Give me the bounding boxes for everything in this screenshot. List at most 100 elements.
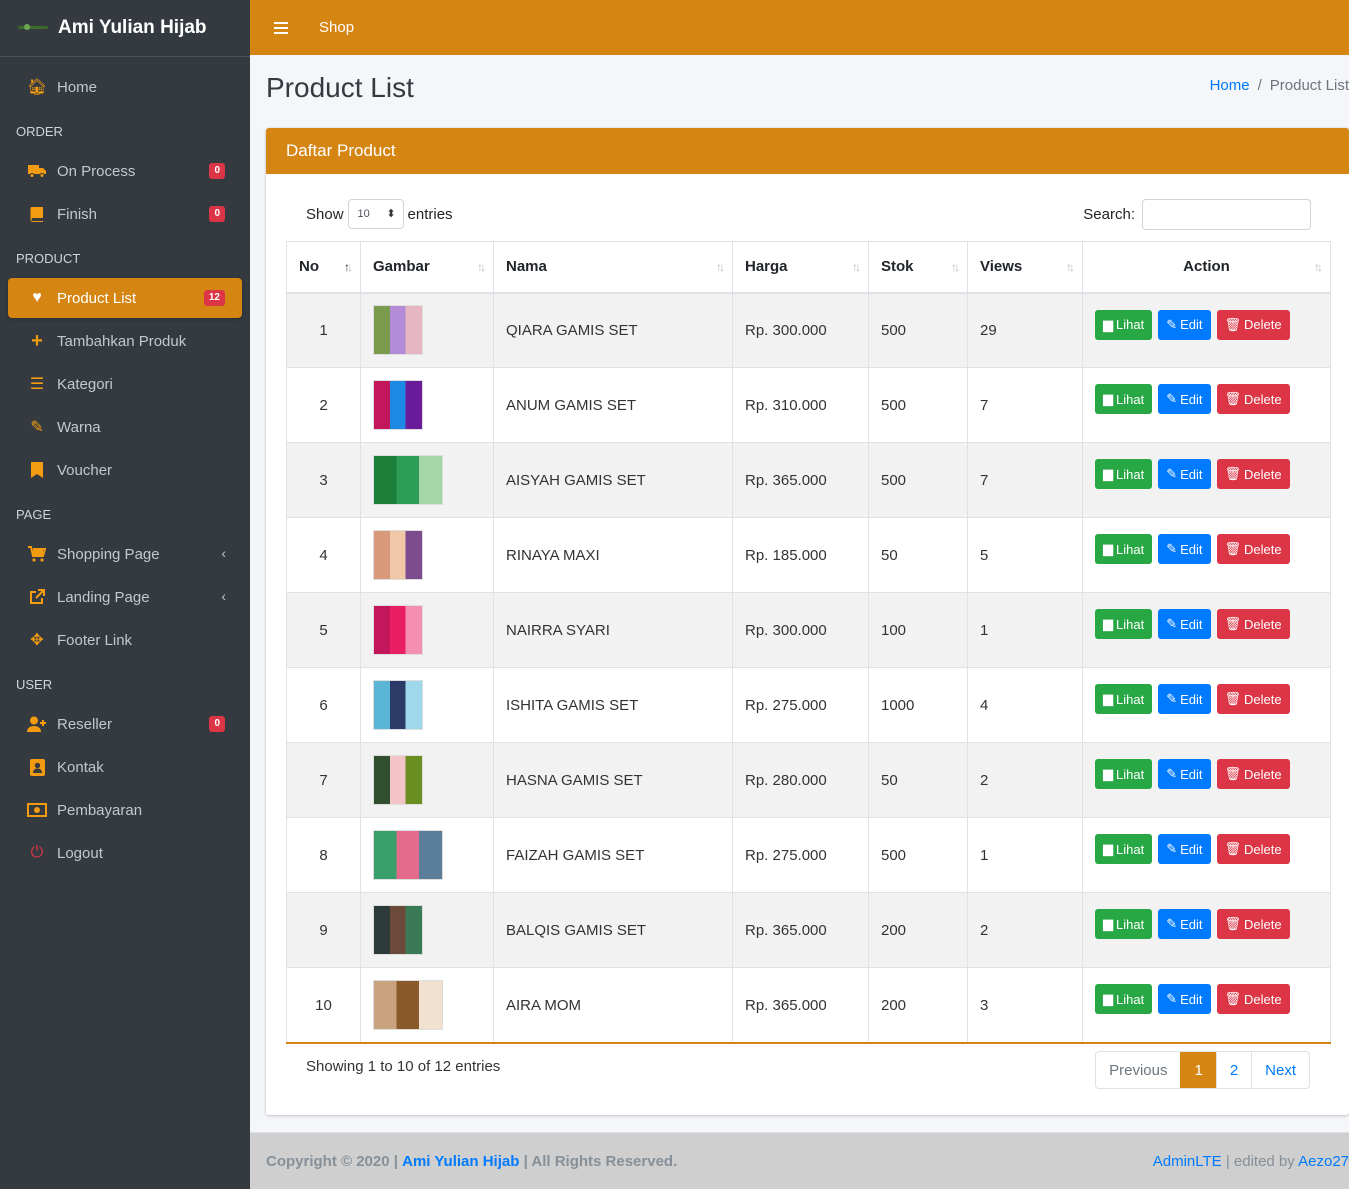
sidebar-item-finish[interactable]: Finish 0 bbox=[8, 194, 242, 234]
delete-button[interactable]: 🗑︎ Delete bbox=[1216, 834, 1290, 864]
product-table: No ↑↓ Gambar ↑↓ Nama ↑↓ Harga ↑↓ Stok ↑↓ View… bbox=[286, 241, 1331, 1043]
product-thumbnail[interactable] bbox=[373, 380, 423, 430]
product-thumbnail[interactable] bbox=[373, 680, 423, 730]
product-thumbnail[interactable] bbox=[373, 455, 443, 505]
product-thumbnail[interactable] bbox=[373, 530, 423, 580]
sidebar-item-voucher[interactable]: Voucher bbox=[8, 450, 242, 490]
view-button[interactable]: ▆ Lihat bbox=[1095, 534, 1153, 564]
book-icon bbox=[27, 204, 47, 224]
sidebar-item-pembayaran[interactable]: Pembayaran bbox=[8, 790, 242, 830]
edit-button[interactable]: ✎ Edit bbox=[1158, 984, 1211, 1014]
sidebar-nav: 🏠︎ Home ORDER On Process 0 Finish 0 PROD… bbox=[0, 57, 250, 873]
view-button[interactable]: ▆ Lihat bbox=[1095, 984, 1153, 1014]
search-input[interactable] bbox=[1142, 198, 1311, 230]
sidebar-item-reseller[interactable]: Reseller 0 bbox=[8, 704, 242, 744]
sidebar-item-tambahkan-produk[interactable]: + Tambahkan Produk bbox=[8, 321, 242, 361]
table-info: Showing 1 to 10 of 12 entries bbox=[306, 1058, 501, 1075]
pagination-page-1[interactable]: 1 bbox=[1180, 1052, 1216, 1088]
breadcrumb-home-link[interactable]: Home bbox=[1210, 77, 1250, 94]
cell-action: ▆ Lihat ✎ Edit 🗑︎ Delete bbox=[1082, 967, 1331, 1043]
column-header-views[interactable]: Views ↑↓ bbox=[967, 241, 1083, 294]
delete-button[interactable]: 🗑︎ Delete bbox=[1216, 909, 1290, 939]
sidebar-item-shopping-page[interactable]: Shopping Page ‹ bbox=[8, 534, 242, 574]
delete-button[interactable]: 🗑︎ Delete bbox=[1216, 984, 1290, 1014]
product-thumbnail[interactable] bbox=[373, 605, 423, 655]
footer-brand-link[interactable]: Ami Yulian Hijab bbox=[402, 1153, 519, 1170]
cell-views: 1 bbox=[967, 817, 1083, 893]
sort-icon: ↑↓ bbox=[1066, 260, 1075, 274]
edit-button[interactable]: ✎ Edit bbox=[1158, 684, 1211, 714]
delete-button[interactable]: 🗑︎ Delete bbox=[1216, 384, 1290, 414]
view-button[interactable]: ▆ Lihat bbox=[1095, 909, 1153, 939]
edit-button[interactable]: ✎ Edit bbox=[1158, 609, 1211, 639]
view-button[interactable]: ▆ Lihat bbox=[1095, 759, 1153, 789]
cell-gambar bbox=[360, 517, 494, 593]
nav-link-shop[interactable]: Shop bbox=[319, 19, 354, 36]
view-button[interactable]: ▆ Lihat bbox=[1095, 459, 1153, 489]
sidebar-item-warna[interactable]: ✎ Warna bbox=[8, 407, 242, 447]
main-sidebar: Ami Yulian Hijab 🏠︎ Home ORDER On Proces… bbox=[0, 0, 250, 1189]
pagination-page-2[interactable]: 2 bbox=[1215, 1052, 1251, 1088]
column-header-nama[interactable]: Nama ↑↓ bbox=[493, 241, 733, 294]
view-button[interactable]: ▆ Lihat bbox=[1095, 309, 1153, 340]
table-header-row: No ↑↓ Gambar ↑↓ Nama ↑↓ Harga ↑↓ Stok ↑↓ View… bbox=[286, 241, 1331, 294]
product-thumbnail[interactable] bbox=[373, 905, 423, 955]
column-header-action[interactable]: Action ↑↓ bbox=[1082, 241, 1331, 294]
brand-link[interactable]: Ami Yulian Hijab bbox=[0, 0, 250, 57]
sidebar-item-landing-page[interactable]: Landing Page ‹ bbox=[8, 577, 242, 617]
product-thumbnail[interactable] bbox=[373, 980, 443, 1030]
edit-button[interactable]: ✎ Edit bbox=[1158, 384, 1211, 414]
page-length-select[interactable]: 10 bbox=[347, 199, 404, 229]
sidebar-item-on-process[interactable]: On Process 0 bbox=[8, 151, 242, 191]
table-row: 10 AIRA MOM Rp. 365.000 200 3 ▆ Lihat ✎ Edi… bbox=[286, 967, 1331, 1043]
cell-stok: 1000 bbox=[868, 667, 968, 743]
product-thumbnail[interactable] bbox=[373, 830, 443, 880]
delete-button[interactable]: 🗑︎ Delete bbox=[1216, 309, 1290, 340]
badge-count: 0 bbox=[209, 716, 225, 732]
cell-stok: 500 bbox=[868, 817, 968, 893]
sidebar-item-label: Kontak bbox=[57, 758, 104, 776]
delete-button[interactable]: 🗑︎ Delete bbox=[1216, 684, 1290, 714]
table-row: 8 FAIZAH GAMIS SET Rp. 275.000 500 1 ▆ Li… bbox=[286, 817, 1331, 893]
column-header-gambar[interactable]: Gambar ↑↓ bbox=[360, 241, 494, 294]
edit-icon: ✎ bbox=[1166, 916, 1178, 931]
adminlte-link[interactable]: AdminLTE bbox=[1153, 1153, 1222, 1170]
sidebar-item-kategori[interactable]: ☰ Kategori bbox=[8, 364, 242, 404]
cell-harga: Rp. 310.000 bbox=[732, 367, 869, 443]
pagination-previous[interactable]: Previous bbox=[1096, 1052, 1180, 1088]
view-button[interactable]: ▆ Lihat bbox=[1095, 609, 1153, 639]
view-button[interactable]: ▆ Lihat bbox=[1095, 834, 1153, 864]
delete-button[interactable]: 🗑︎ Delete bbox=[1216, 759, 1290, 789]
edit-icon: ✎ bbox=[1166, 616, 1178, 631]
sidebar-item-product-list[interactable]: ♥ Product List 12 bbox=[8, 278, 242, 318]
column-header-harga[interactable]: Harga ↑↓ bbox=[732, 241, 869, 294]
edit-button[interactable]: ✎ Edit bbox=[1158, 459, 1211, 489]
pagination-next[interactable]: Next bbox=[1251, 1052, 1309, 1088]
cell-harga: Rp. 365.000 bbox=[732, 892, 869, 968]
cell-nama: BALQIS GAMIS SET bbox=[493, 892, 733, 968]
view-button[interactable]: ▆ Lihat bbox=[1095, 384, 1153, 414]
delete-button[interactable]: 🗑︎ Delete bbox=[1216, 534, 1290, 564]
sidebar-item-kontak[interactable]: Kontak bbox=[8, 747, 242, 787]
table-controls: Show 10 entries Search: bbox=[306, 198, 1311, 230]
edit-button[interactable]: ✎ Edit bbox=[1158, 534, 1211, 564]
column-header-stok[interactable]: Stok ↑↓ bbox=[868, 241, 968, 294]
delete-button[interactable]: 🗑︎ Delete bbox=[1216, 609, 1290, 639]
view-button[interactable]: ▆ Lihat bbox=[1095, 684, 1153, 714]
edit-button[interactable]: ✎ Edit bbox=[1158, 309, 1211, 340]
product-thumbnail[interactable] bbox=[373, 305, 423, 356]
edit-button[interactable]: ✎ Edit bbox=[1158, 759, 1211, 789]
edit-button[interactable]: ✎ Edit bbox=[1158, 909, 1211, 939]
author-link[interactable]: Aezo27 bbox=[1298, 1153, 1349, 1170]
sidebar-item-footer-link[interactable]: ✥ Footer Link bbox=[8, 620, 242, 660]
delete-button[interactable]: 🗑︎ Delete bbox=[1216, 459, 1290, 489]
column-header-no[interactable]: No ↑↓ bbox=[286, 241, 361, 294]
product-thumbnail[interactable] bbox=[373, 755, 423, 805]
hamburger-menu-icon[interactable] bbox=[274, 21, 288, 34]
edit-button[interactable]: ✎ Edit bbox=[1158, 834, 1211, 864]
sidebar-item-home[interactable]: 🏠︎ Home bbox=[8, 67, 242, 107]
sidebar-item-logout[interactable]: ⏻ Logout bbox=[8, 833, 242, 873]
badge-count: 12 bbox=[203, 290, 225, 306]
edit-icon: ✎ bbox=[1166, 841, 1178, 856]
sort-icon: ↑↓ bbox=[852, 260, 861, 274]
